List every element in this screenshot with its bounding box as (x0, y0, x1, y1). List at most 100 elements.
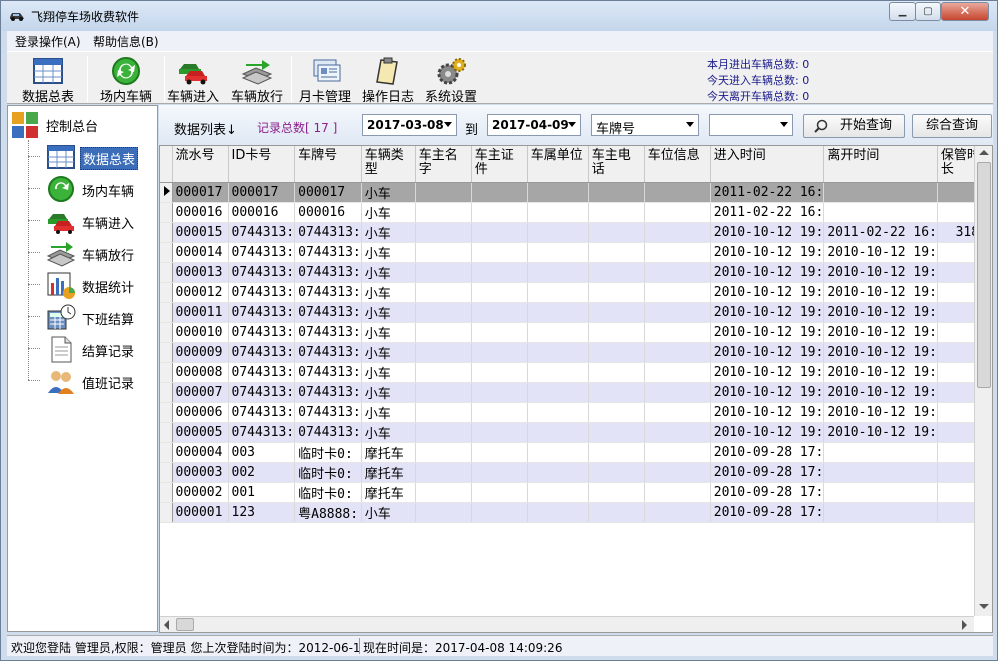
column-header[interactable]: 车位信息 (644, 146, 711, 183)
table-cell (644, 242, 711, 263)
table-row[interactable]: 000017000017000017小车2011-02-22 16:0 (160, 182, 990, 203)
scroll-down-icon[interactable] (979, 604, 989, 609)
table-cell (588, 442, 645, 463)
table-cell (527, 202, 589, 223)
table-cell: 小车 (361, 302, 416, 323)
table-row[interactable]: 000014 0744313: 0744313: 小车 2010-10-12 19: 20… (160, 242, 990, 263)
table-row[interactable]: 000009 0744313: 0744313: 小车 2010-10-12 19: 20… (160, 342, 990, 363)
scroll-left-icon[interactable] (164, 620, 169, 630)
table-row[interactable]: 000005 0744313: 0744313: 小车 2010-10-12 19: 20… (160, 422, 990, 443)
toolbar-system-settings-button[interactable]: 系统设置 (419, 52, 483, 105)
date-from-picker[interactable]: 2017-03-08 (362, 114, 457, 136)
table-cell (823, 462, 938, 483)
toolbar-operation-log-button[interactable]: 操作日志 (357, 52, 419, 105)
toolbar-label: 系统设置 (424, 90, 477, 105)
table-cell: 000004 (172, 442, 229, 463)
menu-help[interactable]: 帮助信息(B) (93, 33, 159, 50)
column-header[interactable]: 进入时间 (710, 146, 825, 183)
table-cell: 000016 (172, 202, 229, 223)
date-to-picker[interactable]: 2017-04-09 (487, 114, 581, 136)
toolbar-car-enter-button[interactable]: 车辆进入 (161, 52, 225, 105)
table-row[interactable]: 000016000016000016小车2011-02-22 16:0 (160, 202, 990, 223)
row-indicator (160, 502, 173, 523)
table-cell (415, 422, 472, 443)
table-row[interactable]: 000013 0744313: 0744313: 小车 2010-10-12 19: 20… (160, 262, 990, 283)
sidebar-item-settlement-records[interactable]: 结算记录 (46, 335, 156, 363)
toolbar-vehicles-in-lot-button[interactable]: 场内车辆 (89, 52, 163, 105)
sidebar-item-data-table[interactable]: 数据总表 (46, 143, 156, 171)
sidebar-item-car-enter[interactable]: 车辆进入 (46, 207, 156, 235)
row-indicator (160, 202, 173, 223)
table-cell (588, 422, 645, 443)
column-header[interactable]: 车辆类型 (361, 146, 416, 183)
table-cell: 2010-10-12 19: (710, 322, 825, 343)
vertical-scrollbar[interactable] (974, 146, 992, 616)
stat-today-out: 今天离开车辆总数: 0 (707, 90, 810, 103)
search-value-select[interactable] (709, 114, 793, 136)
table-row[interactable]: 000003002临时卡0:摩托车2010-09-28 17:0 (160, 462, 990, 483)
column-header[interactable]: 车属单位 (527, 146, 589, 183)
horizontal-scrollbar[interactable] (160, 616, 974, 632)
start-search-button[interactable]: 开始查询 (803, 114, 905, 138)
table-cell (644, 222, 711, 243)
table-cell: 2010-10-12 19: (823, 342, 938, 363)
status-bar: 欢迎您登陆 管理员,权限：管理员 您上次登陆时间为：2012-06-1 现在时间… (7, 635, 993, 656)
table-row[interactable]: 000001123粤A8888:小车2010-09-28 17:0 (160, 502, 990, 523)
toolbar-month-card-button[interactable]: 月卡管理 (293, 52, 357, 105)
table-cell: 2010-10-12 19: (710, 302, 825, 323)
horizontal-scroll-thumb[interactable] (176, 618, 194, 631)
table-row[interactable]: 000015 0744313: 0744313: 小车 2010-10-12 19: 20… (160, 222, 990, 243)
scroll-up-icon[interactable] (979, 150, 989, 155)
minimize-button[interactable]: ▁ (889, 2, 916, 21)
column-header[interactable]: 车主证件 (471, 146, 528, 183)
table-cell: 000015 (172, 222, 229, 243)
table-cell: 临时卡0: (294, 482, 362, 503)
sidebar-item-shift-settlement[interactable]: 下班结算 (46, 303, 156, 331)
menu-login[interactable]: 登录操作(A) (15, 33, 81, 50)
column-header[interactable]: 流水号 (172, 146, 229, 183)
sidebar-tree: 控制总台 数据总表 场内车辆 车辆进入 车辆放行 数据统计 下班结算 结算记录 … (7, 105, 158, 632)
data-list-label[interactable]: 数据列表↓ (174, 119, 237, 138)
table-cell (823, 482, 938, 503)
table-cell (823, 202, 938, 223)
table-cell: 2010-10-12 19: (823, 282, 938, 303)
table-cell: 000002 (172, 482, 229, 503)
column-header[interactable]: 车主电话 (588, 146, 645, 183)
vertical-scroll-thumb[interactable] (977, 162, 991, 388)
column-header[interactable]: 车主名字 (415, 146, 472, 183)
sidebar-item-car-exit[interactable]: 车辆放行 (46, 239, 156, 267)
sidebar-item-vehicles-in-lot[interactable]: 场内车辆 (46, 175, 156, 203)
card-icon (313, 59, 341, 82)
search-field-select[interactable]: 车牌号 (591, 114, 699, 137)
table-cell (644, 482, 711, 503)
table-row[interactable]: 000004003临时卡0:摩托车2010-09-28 17:0 (160, 442, 990, 463)
column-header[interactable]: 车牌号 (294, 146, 362, 183)
table-cell: 2010-09-28 17: (710, 502, 825, 523)
scroll-right-icon[interactable] (962, 620, 967, 630)
table-cell (588, 242, 645, 263)
sidebar-item-statistics[interactable]: 数据统计 (46, 271, 156, 299)
toolbar-car-exit-button[interactable]: 车辆放行 (225, 52, 289, 105)
sidebar-root-label[interactable]: 控制总台 (46, 116, 98, 135)
toolbar-data-table-button[interactable]: 数据总表 (11, 52, 85, 105)
table-cell (644, 282, 711, 303)
table-row[interactable]: 000008 0744313: 0744313: 小车 2010-10-12 19: 20… (160, 362, 990, 383)
records-grid: 流水号 ID卡号 车牌号 车辆类型 车主名字 车主证件 车属单位 车主电话 车位信息 进入时间 离开… (159, 145, 993, 633)
table-row[interactable]: 000012 0744313: 0744313: 小车 2010-10-12 19: 20… (160, 282, 990, 303)
row-indicator (160, 222, 173, 243)
column-header[interactable]: 离开时间 (823, 146, 938, 183)
maximize-button[interactable]: ▢ (915, 2, 941, 21)
table-cell: 2010-10-12 19: (823, 422, 938, 443)
sidebar-item-duty-records[interactable]: 值班记录 (46, 367, 156, 395)
table-row[interactable]: 000007 0744313: 0744313: 小车 2010-10-12 19: 20… (160, 382, 990, 403)
filter-bar: 数据列表↓ 记录总数[ 17 ] 2017-03-08 到 2017-04-09… (159, 105, 993, 145)
row-indicator (160, 302, 173, 323)
table-row[interactable]: 000011 0744313: 0744313: 小车 2010-10-12 19: 20… (160, 302, 990, 323)
column-header[interactable]: ID卡号 (228, 146, 296, 183)
close-button[interactable]: ✕ (941, 2, 989, 21)
table-row[interactable]: 000002001临时卡0:摩托车2010-09-28 17:0 (160, 482, 990, 503)
table-cell (588, 342, 645, 363)
table-row[interactable]: 000006 0744313: 0744313: 小车 2010-10-12 19: 20… (160, 402, 990, 423)
combined-search-button[interactable]: 综合查询 (912, 114, 992, 138)
table-row[interactable]: 000010 0744313: 0744313: 小车 2010-10-12 19: 20… (160, 322, 990, 343)
